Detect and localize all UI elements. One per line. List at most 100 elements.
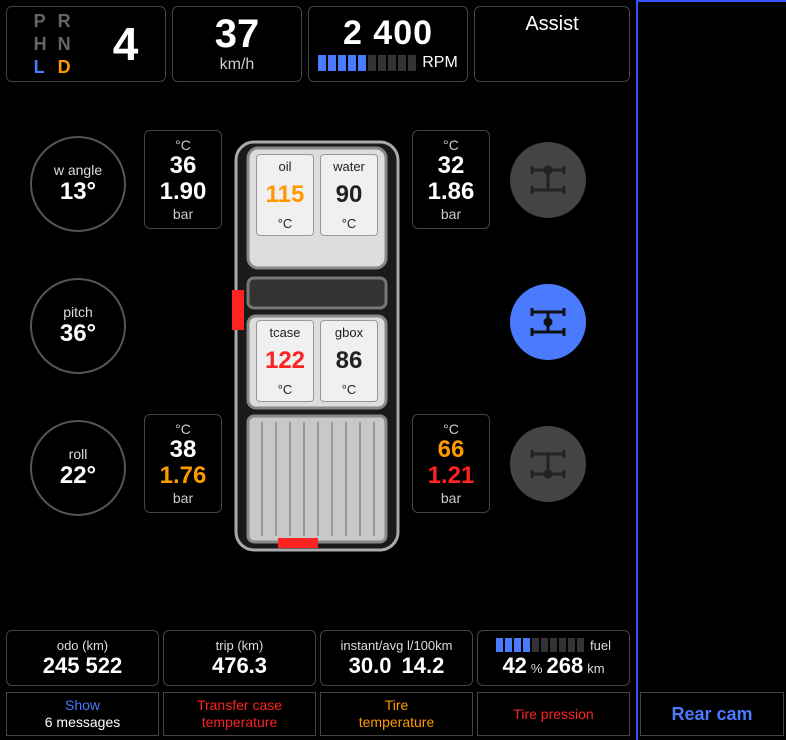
alert-tire-pressure[interactable]: Tire pression: [477, 692, 630, 736]
gear-l: L: [34, 57, 52, 78]
axle-icon: [526, 302, 570, 342]
show-line1: Show: [65, 697, 100, 714]
tire-rl-temp-unit: °C: [175, 421, 191, 437]
gbox-unit: °C: [342, 382, 357, 397]
alert-tire-temp[interactable]: Tire temperature: [320, 692, 473, 736]
axle-icon: [526, 160, 570, 200]
cons-instant: 30.0: [349, 653, 392, 679]
water-label: water: [333, 159, 365, 174]
tire-rl-temp: 38: [170, 437, 197, 463]
assist-label: Assist: [525, 13, 578, 36]
fuel-pct-unit: %: [531, 661, 543, 676]
speed-value: 37: [215, 14, 260, 54]
fuel-range: 268: [546, 653, 583, 679]
water-unit: °C: [342, 216, 357, 231]
gbox-value: 86: [336, 349, 363, 373]
oil-unit: °C: [278, 216, 293, 231]
wheel-angle-value: 13°: [60, 178, 96, 206]
fuel-label: fuel: [590, 638, 611, 653]
roll-label: roll: [69, 446, 88, 462]
tire-fr-temp: 32: [438, 153, 465, 179]
tire-rear-right: °C 66 1.21 bar: [412, 414, 490, 513]
tire-rr-temp: 66: [438, 437, 465, 463]
wheel-angle-gauge: w angle 13°: [30, 136, 126, 232]
tire-fl-temp: 36: [170, 153, 197, 179]
rpm-bar: [318, 55, 416, 71]
alert-press-l1: Tire pression: [513, 706, 593, 723]
trip-card: trip (km) 476.3: [163, 630, 316, 686]
alert-tcase-temp[interactable]: Transfer case temperature: [163, 692, 316, 736]
speed-unit: km/h: [220, 56, 255, 74]
consumption-card: instant/avg l/100km 30.0 14.2: [320, 630, 473, 686]
alert-tire-l1: Tire: [385, 697, 409, 714]
gear-d: D: [58, 57, 76, 78]
tire-rl-press-unit: bar: [173, 490, 193, 506]
tire-fr-temp-unit: °C: [443, 137, 459, 153]
engine-oil-temp: oil 115 °C: [256, 154, 314, 236]
show-messages-button[interactable]: Show 6 messages: [6, 692, 159, 736]
tcase-label: tcase: [269, 325, 300, 340]
cons-label: instant/avg l/100km: [340, 638, 452, 653]
tire-rear-left: °C 38 1.76 bar: [144, 414, 222, 513]
odo-value: 245 522: [43, 653, 123, 679]
wheel-angle-label: w angle: [54, 162, 102, 178]
tire-front-right: °C 32 1.86 bar: [412, 130, 490, 229]
fuel-range-unit: km: [587, 661, 604, 676]
assist-panel[interactable]: Assist: [474, 6, 630, 82]
odometer-card: odo (km) 245 522: [6, 630, 159, 686]
gbox-temp: gbox 86 °C: [320, 320, 378, 402]
rpm-value: 2 400: [343, 16, 433, 50]
tire-fl-press-unit: bar: [173, 206, 193, 222]
rear-cam-label: Rear cam: [671, 704, 752, 725]
speed-gauge: 37 km/h: [172, 6, 302, 82]
tire-fl-temp-unit: °C: [175, 137, 191, 153]
gear-p: P: [34, 11, 52, 32]
axle-lock-front[interactable]: [510, 142, 586, 218]
tire-rl-press: 1.76: [160, 463, 207, 489]
fuel-bar: [496, 638, 584, 652]
tire-rr-press-unit: bar: [441, 490, 461, 506]
engine-water-temp: water 90 °C: [320, 154, 378, 236]
gear-n: N: [58, 34, 76, 55]
gear-number: 4: [113, 17, 139, 71]
oil-label: oil: [278, 159, 291, 174]
rear-cam-button[interactable]: Rear cam: [640, 692, 784, 736]
show-line2: 6 messages: [45, 714, 120, 731]
gear-indicator: P R H N L D 4: [6, 6, 166, 82]
pitch-value: 36°: [60, 320, 96, 348]
tcase-value: 122: [265, 349, 305, 373]
rpm-label: RPM: [422, 54, 458, 72]
gbox-label: gbox: [335, 325, 363, 340]
tire-fr-press: 1.86: [428, 179, 475, 205]
axle-lock-center[interactable]: [510, 284, 586, 360]
roll-gauge: roll 22°: [30, 420, 126, 516]
alert-tcase-l2: temperature: [202, 714, 277, 731]
rpm-gauge: 2 400 RPM: [308, 6, 468, 82]
water-value: 90: [336, 183, 363, 207]
pitch-gauge: pitch 36°: [30, 278, 126, 374]
axle-lock-rear[interactable]: [510, 426, 586, 502]
alert-tcase-l1: Transfer case: [197, 697, 282, 714]
tcase-unit: °C: [278, 382, 293, 397]
gear-h: H: [34, 34, 52, 55]
tire-fr-press-unit: bar: [441, 206, 461, 222]
fuel-pct: 42: [502, 653, 526, 679]
tire-rr-temp-unit: °C: [443, 421, 459, 437]
pitch-label: pitch: [63, 304, 93, 320]
tire-fl-press: 1.90: [160, 179, 207, 205]
alert-tire-l2: temperature: [359, 714, 434, 731]
side-panel: Rear cam: [636, 0, 786, 740]
oil-value: 115: [266, 183, 305, 207]
tire-front-left: °C 36 1.90 bar: [144, 130, 222, 229]
trip-value: 476.3: [212, 653, 267, 679]
tire-rr-press: 1.21: [428, 463, 475, 489]
warning-marker-left: [232, 290, 244, 330]
trip-label: trip (km): [216, 638, 264, 653]
odo-label: odo (km): [57, 638, 108, 653]
gear-r: R: [58, 11, 76, 32]
cons-avg: 14.2: [402, 653, 445, 679]
warning-marker-bottom: [278, 538, 318, 548]
axle-icon: [526, 444, 570, 484]
vehicle-diagram: oil 115 °C water 90 °C tcase 122 °C gbox…: [228, 136, 406, 556]
roll-value: 22°: [60, 462, 96, 490]
